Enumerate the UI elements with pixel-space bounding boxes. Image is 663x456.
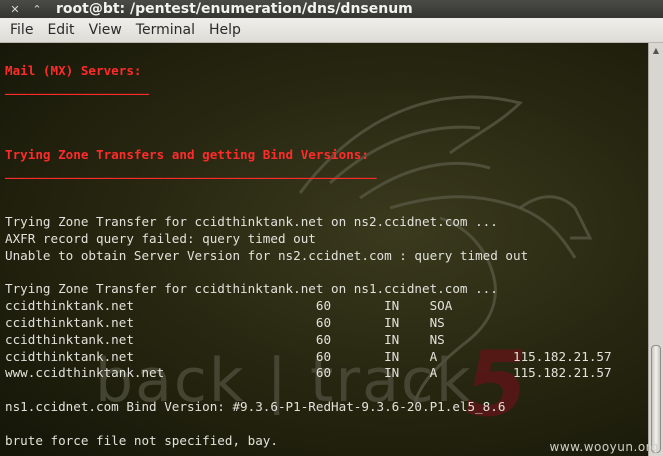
window-controls: ✕ ⌃ (0, 1, 48, 17)
close-window-button[interactable]: ✕ (4, 1, 26, 17)
terminal-line: ccidthinktank.net 60 IN NS (5, 331, 445, 347)
terminal-line: ccidthinktank.net 60 IN A 115.182.21.57 (5, 348, 612, 364)
terminal-line: AXFR record query failed: query timed ou… (5, 230, 316, 246)
terminal-output[interactable]: back | track 5 Mail (MX) Servers: _______… (0, 43, 648, 456)
window-title: root@bt: /pentest/enumeration/dns/dnsenu… (56, 1, 413, 17)
terminal-line: ___________________ (5, 79, 150, 95)
terminal-line: Unable to obtain Server Version for ns2.… (5, 247, 529, 263)
terminal-line: Trying Zone Transfer for ccidthinktank.n… (5, 281, 498, 297)
menu-terminal[interactable]: Terminal (129, 22, 202, 38)
terminal-line: ccidthinktank.net 60 IN NS (5, 314, 445, 330)
vertical-scrollbar[interactable]: ▲ (648, 43, 663, 456)
terminal-line: Trying Zone Transfer for ccidthinktank.n… (5, 214, 498, 230)
terminal-line: ccidthinktank.net 60 IN SOA (5, 298, 453, 314)
terminal-line: ________________________________________… (5, 163, 377, 179)
menu-file[interactable]: File (3, 22, 40, 38)
menu-bar: File Edit View Terminal Help (0, 18, 663, 43)
window-titlebar: ✕ ⌃ root@bt: /pentest/enumeration/dns/dn… (0, 0, 663, 18)
terminal-line: ns1.ccidnet.com Bind Version: #9.3.6-P1-… (5, 398, 506, 414)
menu-view[interactable]: View (82, 22, 129, 38)
terminal-lines: Mail (MX) Servers: ___________________ Try… (5, 63, 612, 449)
minimize-window-button[interactable]: ⌃ (26, 1, 48, 17)
scroll-up-arrow-icon[interactable]: ▲ (649, 43, 663, 57)
terminal-line: www.ccidthinktank.net 60 IN A 115.182.21… (5, 365, 612, 381)
terminal-line: Trying Zone Transfers and getting Bind V… (5, 146, 369, 162)
terminal-line: Mail (MX) Servers: (5, 63, 142, 78)
menu-help[interactable]: Help (202, 22, 248, 38)
scrollbar-thumb[interactable] (651, 345, 661, 453)
menu-edit[interactable]: Edit (40, 22, 81, 38)
watermark-text: www.wooyun.org (549, 440, 659, 454)
terminal-line: brute force file not specified, bay. (5, 432, 278, 448)
